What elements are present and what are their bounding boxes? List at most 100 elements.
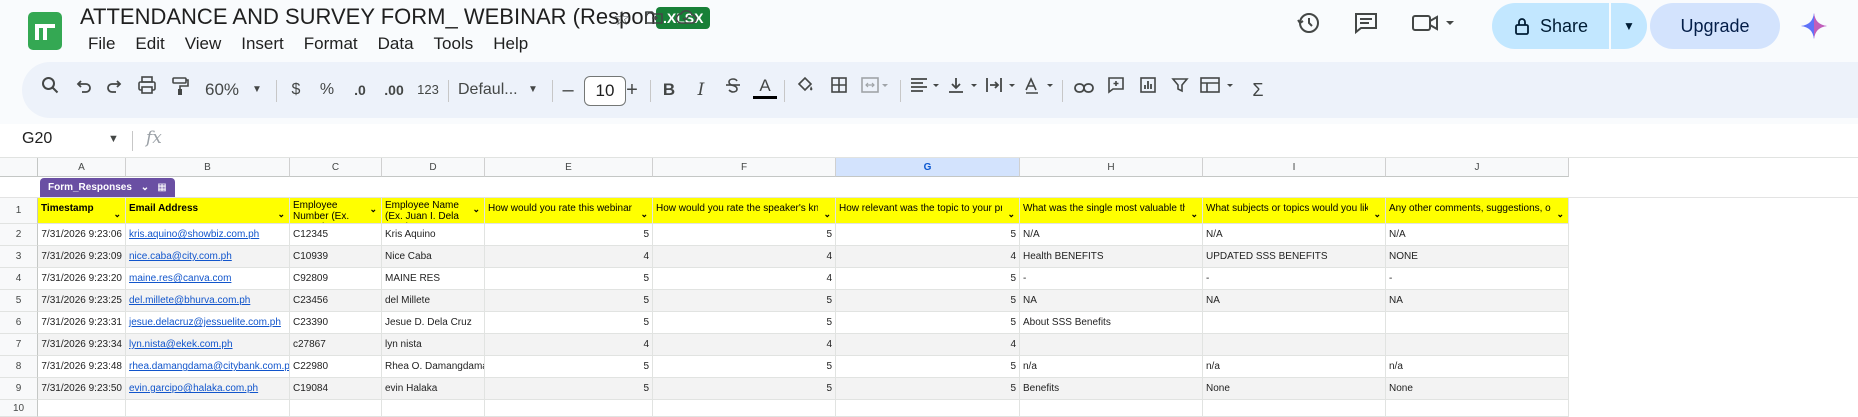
horizontal-align-icon[interactable] bbox=[908, 76, 942, 104]
bold-button[interactable]: B bbox=[660, 76, 678, 104]
column-filter-chevron-icon[interactable]: ⌄ bbox=[1556, 203, 1564, 223]
cell-e2[interactable]: 5 bbox=[485, 224, 653, 246]
cell-b5[interactable]: del.millete@bhurva.com.ph bbox=[126, 290, 290, 312]
cell-b7[interactable]: lyn.nista@ekek.com.ph bbox=[126, 334, 290, 356]
share-button[interactable]: Share bbox=[1492, 3, 1609, 49]
cell-c7[interactable]: c27867 bbox=[290, 334, 382, 356]
row-header-3[interactable]: 3 bbox=[0, 246, 38, 268]
cell-c4[interactable]: C92809 bbox=[290, 268, 382, 290]
cell-i7[interactable] bbox=[1203, 334, 1386, 356]
header-cell-e[interactable]: How would you rate this webinar overall?… bbox=[485, 198, 653, 224]
filter-icon[interactable] bbox=[1168, 76, 1192, 104]
cell-d5[interactable]: del Millete bbox=[382, 290, 485, 312]
percent-format-button[interactable]: % bbox=[316, 76, 338, 104]
cell-h3[interactable]: Health BENEFITS bbox=[1020, 246, 1203, 268]
functions-button[interactable]: Σ bbox=[1248, 76, 1268, 104]
cell-i3[interactable]: UPDATED SSS BENEFITS bbox=[1203, 246, 1386, 268]
cell-d4[interactable]: MAINE RES bbox=[382, 268, 485, 290]
comments-icon[interactable] bbox=[1348, 10, 1384, 46]
column-filter-chevron-icon[interactable]: ⌄ bbox=[277, 203, 285, 223]
cell-b10[interactable] bbox=[126, 400, 290, 417]
column-filter-chevron-icon[interactable]: ⌄ bbox=[1373, 203, 1381, 223]
cell-c9[interactable]: C19084 bbox=[290, 378, 382, 400]
cell-e3[interactable]: 4 bbox=[485, 246, 653, 268]
cell-h5[interactable]: NA bbox=[1020, 290, 1203, 312]
cell-j3[interactable]: NONE bbox=[1386, 246, 1569, 268]
header-cell-f[interactable]: How would you rate the speaker's knowled… bbox=[653, 198, 836, 224]
star-icon[interactable]: ☆ bbox=[610, 7, 634, 31]
cell-h2[interactable]: N/A bbox=[1020, 224, 1203, 246]
row-header-4[interactable]: 4 bbox=[0, 268, 38, 290]
cell-h10[interactable] bbox=[1020, 400, 1203, 417]
cell-g7[interactable]: 4 bbox=[836, 334, 1020, 356]
text-rotation-icon[interactable] bbox=[1022, 76, 1056, 104]
cell-b4[interactable]: maine.res@canva.com bbox=[126, 268, 290, 290]
cell-e4[interactable]: 5 bbox=[485, 268, 653, 290]
cell-j7[interactable] bbox=[1386, 334, 1569, 356]
cell-h8[interactable]: n/a bbox=[1020, 356, 1203, 378]
column-header-j[interactable]: J bbox=[1386, 158, 1569, 177]
cell-e7[interactable]: 4 bbox=[485, 334, 653, 356]
cell-g2[interactable]: 5 bbox=[836, 224, 1020, 246]
search-menus-icon[interactable] bbox=[38, 76, 62, 104]
menu-insert[interactable]: Insert bbox=[231, 32, 294, 56]
table-views-icon[interactable] bbox=[1198, 76, 1238, 104]
undo-icon[interactable] bbox=[72, 76, 96, 104]
cell-g9[interactable]: 5 bbox=[836, 378, 1020, 400]
number-format-button[interactable]: 123 bbox=[414, 76, 442, 104]
cell-b6[interactable]: jesue.delacruz@jessuelite.com.ph bbox=[126, 312, 290, 334]
table-menu-icon[interactable]: ▦ bbox=[149, 178, 175, 197]
increase-font-size-button[interactable]: + bbox=[624, 76, 640, 104]
insert-chart-icon[interactable] bbox=[1136, 76, 1160, 104]
column-header-f[interactable]: F bbox=[653, 158, 836, 177]
select-all-corner[interactable] bbox=[0, 158, 38, 177]
cell-i4[interactable]: - bbox=[1203, 268, 1386, 290]
cell-f8[interactable]: 5 bbox=[653, 356, 836, 378]
meet-call-icon[interactable] bbox=[1406, 10, 1462, 46]
version-history-icon[interactable] bbox=[1290, 10, 1326, 46]
header-cell-g[interactable]: How relevant was the topic to your profe… bbox=[836, 198, 1020, 224]
cell-i10[interactable] bbox=[1203, 400, 1386, 417]
cell-f4[interactable]: 4 bbox=[653, 268, 836, 290]
column-filter-chevron-icon[interactable]: ⌄ bbox=[472, 203, 480, 215]
cell-a8[interactable]: 7/31/2026 9:23:48 bbox=[38, 356, 126, 378]
print-icon[interactable] bbox=[134, 76, 160, 104]
menu-data[interactable]: Data bbox=[368, 32, 424, 56]
column-header-d[interactable]: D bbox=[382, 158, 485, 177]
insert-link-icon[interactable] bbox=[1072, 76, 1096, 104]
upgrade-button[interactable]: Upgrade bbox=[1650, 3, 1780, 49]
cell-b8[interactable]: rhea.damangdama@citybank.com.ph bbox=[126, 356, 290, 378]
cell-a9[interactable]: 7/31/2026 9:23:50 bbox=[38, 378, 126, 400]
cell-a6[interactable]: 7/31/2026 9:23:31 bbox=[38, 312, 126, 334]
name-box[interactable]: G20 bbox=[22, 130, 52, 148]
table-name-chip[interactable]: Form_Responses ⌄ bbox=[40, 178, 158, 197]
column-filter-chevron-icon[interactable]: ⌄ bbox=[823, 203, 831, 223]
increase-decimal-button[interactable]: .00 bbox=[380, 76, 408, 104]
cell-g6[interactable]: 5 bbox=[836, 312, 1020, 334]
move-folder-icon[interactable] bbox=[642, 7, 666, 31]
column-filter-chevron-icon[interactable]: ⌄ bbox=[640, 203, 648, 223]
header-cell-i[interactable]: What subjects or topics would you like u… bbox=[1203, 198, 1386, 224]
menu-edit[interactable]: Edit bbox=[125, 32, 174, 56]
fill-color-icon[interactable] bbox=[794, 76, 816, 104]
cell-e6[interactable]: 5 bbox=[485, 312, 653, 334]
zoom-select[interactable]: 60% bbox=[202, 76, 242, 104]
italic-button[interactable]: I bbox=[692, 76, 710, 104]
row-header-5[interactable]: 5 bbox=[0, 290, 38, 312]
text-color-button[interactable]: A bbox=[752, 76, 778, 104]
cell-f9[interactable]: 5 bbox=[653, 378, 836, 400]
font-size-input[interactable]: 10 bbox=[584, 76, 626, 106]
menu-help[interactable]: Help bbox=[483, 32, 538, 56]
cell-a7[interactable]: 7/31/2026 9:23:34 bbox=[38, 334, 126, 356]
row-header-6[interactable]: 6 bbox=[0, 312, 38, 334]
cell-i2[interactable]: N/A bbox=[1203, 224, 1386, 246]
column-header-a[interactable]: A bbox=[38, 158, 126, 177]
cell-i5[interactable]: NA bbox=[1203, 290, 1386, 312]
cell-j9[interactable]: None bbox=[1386, 378, 1569, 400]
cell-a4[interactable]: 7/31/2026 9:23:20 bbox=[38, 268, 126, 290]
cell-f3[interactable]: 4 bbox=[653, 246, 836, 268]
spreadsheet-grid[interactable]: ABCDEFGHIJ Form_Responses ⌄ ▦ 1234567891… bbox=[0, 158, 1858, 417]
cell-j10[interactable] bbox=[1386, 400, 1569, 417]
cell-a2[interactable]: 7/31/2026 9:23:06 bbox=[38, 224, 126, 246]
row-header-1[interactable]: 1 bbox=[0, 198, 38, 224]
